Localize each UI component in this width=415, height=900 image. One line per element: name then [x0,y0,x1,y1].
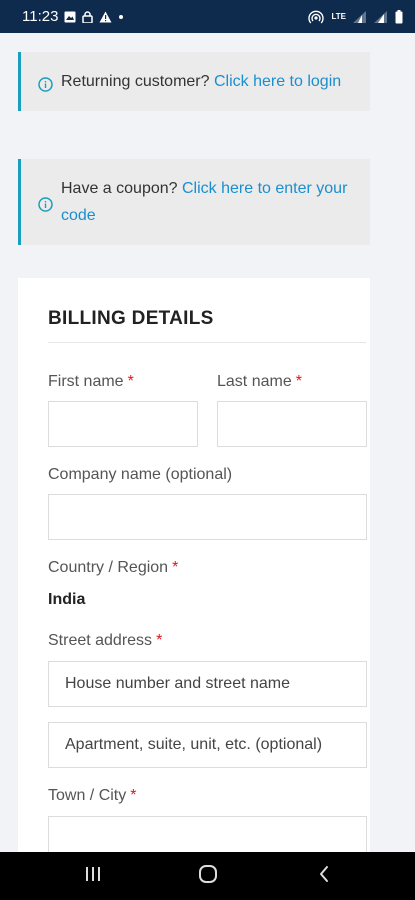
divider [48,342,366,343]
required-mark: * [156,632,163,649]
company-label-text: Company name (optional) [48,466,233,483]
info-icon [38,74,53,92]
country-label-text: Country / Region [48,559,169,576]
lte-text: LTE [331,11,346,21]
lock-icon [82,10,94,23]
status-time: 11:23 [22,8,59,25]
signal-icon [374,10,388,23]
recent-apps-button[interactable] [73,864,113,888]
coupon-notice: Have a coupon? Click here to enter your … [18,159,370,245]
last-name-label-text: Last name [217,373,292,390]
country-label: Country / Region * [48,559,178,577]
hotspot-icon [308,10,325,24]
info-icon [38,194,53,212]
battery-icon [395,9,403,24]
required-mark: * [130,787,137,804]
city-label-text: Town / City [48,787,127,804]
billing-details-section: BILLING DETAILS First name * Last name * C… [18,278,370,878]
back-button[interactable] [304,864,344,888]
lte-icon: LTE [331,11,346,21]
street-address-label-text: Street address [48,632,153,649]
company-field[interactable] [48,494,367,540]
returning-customer-notice: Returning customer? Click here to login [18,52,370,111]
city-label: Town / City * [48,787,136,805]
street-address-line2-field[interactable]: Apartment, suite, unit, etc. (optional) [48,722,367,768]
first-name-label: First name * [48,373,134,391]
first-name-field[interactable] [48,401,198,447]
required-mark: * [295,373,302,390]
last-name-label: Last name * [217,373,302,391]
home-button[interactable] [188,864,228,888]
billing-title: BILLING DETAILS [48,308,214,329]
login-link[interactable]: Click here to login [214,73,341,90]
status-bar: 11:23 LTE [0,0,415,33]
navigation-bar [0,852,415,900]
dot-icon [118,14,124,20]
required-mark: * [172,559,179,576]
street-address-label: Street address * [48,632,162,650]
recent-apps-icon [84,866,102,887]
street-address-line1-field[interactable]: House number and street name [48,661,367,707]
last-name-field[interactable] [217,401,367,447]
returning-customer-text: Returning customer? [61,73,214,90]
home-icon [198,864,218,889]
first-name-label-text: First name [48,373,124,390]
gallery-icon [64,11,76,23]
country-value[interactable]: India [48,591,85,609]
signal-icon [353,10,367,23]
company-label: Company name (optional) [48,466,232,484]
required-mark: * [127,373,134,390]
coupon-text: Have a coupon? [61,180,182,197]
back-icon [318,865,330,888]
warning-icon [99,11,112,23]
